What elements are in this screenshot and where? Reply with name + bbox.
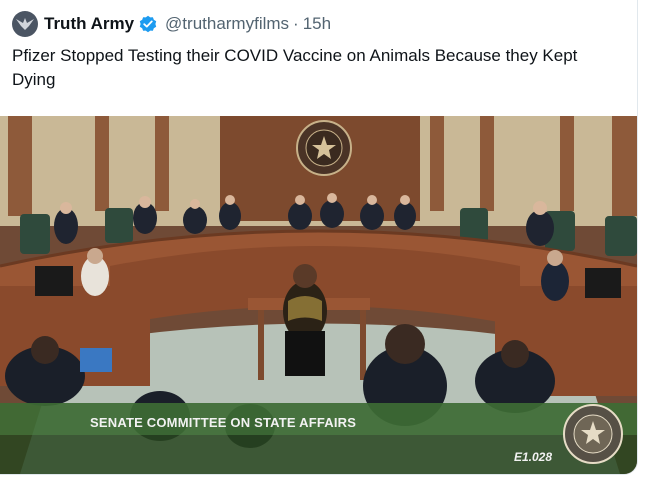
senate-of-texas-seal-icon	[563, 404, 623, 464]
header-separator: ·	[293, 14, 299, 33]
texas-seal-icon	[296, 120, 352, 176]
author-name[interactable]: Truth Army	[44, 14, 134, 34]
verified-badge-icon	[139, 15, 157, 33]
author-handle[interactable]: @trutharmyfilms	[165, 14, 289, 34]
episode-code: E1.028	[514, 450, 553, 464]
tweet-timestamp[interactable]: 15h	[303, 14, 331, 34]
lower-third-caption: SENATE COMMITTEE ON STATE AFFAIRS	[90, 415, 357, 430]
eagle-logo-icon	[16, 18, 34, 30]
tweet-video[interactable]: SENATE COMMITTEE ON STATE AFFAIRS E1.028	[0, 116, 637, 474]
tweet-header: Truth Army @trutharmyfilms · 15h	[12, 10, 331, 38]
tweet-text: Pfizer Stopped Testing their COVID Vacci…	[12, 46, 578, 89]
tweet-card[interactable]: Truth Army @trutharmyfilms · 15h Pfizer …	[0, 0, 638, 475]
avatar[interactable]	[12, 11, 38, 37]
